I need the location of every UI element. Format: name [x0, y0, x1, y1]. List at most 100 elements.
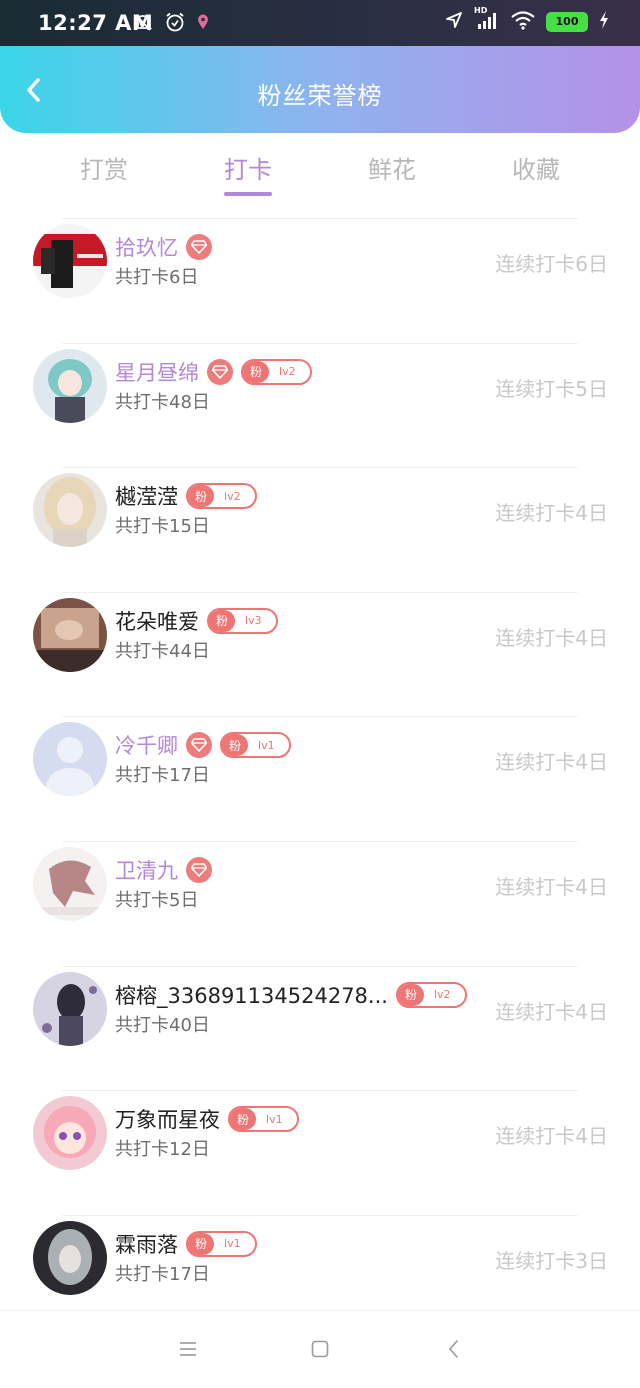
- name-line: 樾滢滢粉 lv2: [115, 481, 257, 511]
- tab-checkin[interactable]: 打卡: [188, 150, 308, 185]
- diamond-icon: [207, 358, 233, 385]
- row-divider: [62, 467, 578, 469]
- fan-badge-level: lv2: [224, 489, 241, 503]
- fan-name[interactable]: 星月昼绵: [115, 357, 199, 387]
- fan-level-badge: 粉 lv2: [186, 483, 257, 510]
- fan-name[interactable]: 卫清九: [115, 855, 178, 885]
- fan-row[interactable]: 万象而星夜粉 lv1 共打卡12日 连续打卡4日: [0, 1090, 640, 1215]
- title-bar: 粉丝荣誉榜: [0, 46, 640, 133]
- total-checkin: 共打卡17日: [115, 1263, 210, 1285]
- page-title: 粉丝荣誉榜: [257, 82, 383, 110]
- fan-badge-level: lv1: [266, 1112, 283, 1126]
- fan-name[interactable]: 冷千卿: [115, 730, 178, 760]
- row-divider: [62, 840, 578, 842]
- streak-checkin: 连续打卡4日: [495, 501, 608, 526]
- fan-row[interactable]: 樾滢滢粉 lv2 共打卡15日 连续打卡4日: [0, 467, 640, 592]
- home-button[interactable]: [308, 1337, 332, 1361]
- name-line: 星月昼绵 粉 lv2: [115, 357, 312, 387]
- name-line: 花朵唯爱粉 lv3: [115, 606, 278, 636]
- fan-level-badge: 粉 lv1: [220, 732, 291, 759]
- fan-badge-label: 粉: [188, 485, 215, 508]
- battery-icon: 100: [546, 12, 588, 32]
- tab-favorites[interactable]: 收藏: [476, 150, 596, 185]
- name-line: 榕榕_336891134524278... 粉 lv2: [115, 980, 467, 1010]
- tab-flowers[interactable]: 鲜花: [332, 150, 452, 185]
- avatar[interactable]: [33, 1096, 107, 1171]
- name-line: 万象而星夜粉 lv1: [115, 1104, 299, 1134]
- streak-checkin: 连续打卡4日: [495, 999, 608, 1024]
- charging-icon: [598, 10, 610, 34]
- fan-row[interactable]: 星月昼绵 粉 lv2 共打卡48日 连续打卡5日: [0, 342, 640, 468]
- system-back-button[interactable]: [442, 1337, 466, 1361]
- fan-badge-level: lv2: [433, 988, 451, 1002]
- fan-level-badge: 粉 lv3: [207, 607, 278, 634]
- total-checkin: 共打卡48日: [115, 391, 210, 413]
- fan-badge-label: 粉: [397, 983, 424, 1006]
- fan-row[interactable]: 榕榕_336891134524278... 粉 lv2 共打卡40日 连续打卡4日: [0, 965, 640, 1091]
- fan-badge-label: 粉: [243, 360, 270, 383]
- fan-row[interactable]: 花朵唯爱粉 lv3 共打卡44日 连续打卡4日: [0, 591, 640, 717]
- tab-reward[interactable]: 打赏: [44, 150, 164, 185]
- fan-badge-level: lv1: [258, 738, 275, 752]
- streak-checkin: 连续打卡4日: [495, 750, 608, 775]
- name-line: 卫清九: [115, 855, 212, 885]
- row-divider: [62, 965, 578, 967]
- fan-badge-level: lv1: [224, 1237, 241, 1251]
- row-divider: [62, 342, 578, 344]
- home-square-icon: [311, 1340, 329, 1358]
- streak-checkin: 连续打卡4日: [495, 874, 608, 899]
- fan-row[interactable]: 拾玖忆共打卡6日 连续打卡6日: [0, 218, 640, 343]
- fan-name[interactable]: 霖雨落: [115, 1229, 178, 1259]
- row-divider: [62, 591, 578, 593]
- alarm-icon: [164, 11, 186, 37]
- row-divider: [62, 218, 578, 219]
- fan-row[interactable]: 冷千卿 粉 lv1 共打卡17日 连续打卡4日: [0, 716, 640, 841]
- avatar[interactable]: [33, 348, 107, 423]
- status-bar: 12:27 AM HD 100: [0, 0, 640, 46]
- fan-name[interactable]: 万象而星夜: [115, 1104, 220, 1134]
- diamond-icon: [186, 732, 212, 759]
- name-line: 霖雨落粉 lv1: [115, 1229, 257, 1259]
- total-checkin: 共打卡44日: [115, 640, 210, 662]
- active-tab-indicator: [224, 192, 272, 196]
- fan-badge-level: lv2: [279, 365, 296, 379]
- navigation-icon: [444, 10, 464, 34]
- signal-icon: HD: [474, 6, 500, 34]
- fan-name[interactable]: 拾玖忆: [115, 232, 178, 262]
- wifi-icon: [510, 10, 536, 34]
- row-divider: [62, 1214, 578, 1216]
- total-checkin: 共打卡12日: [115, 1139, 210, 1161]
- avatar[interactable]: [33, 846, 107, 921]
- name-line: 拾玖忆: [115, 232, 212, 262]
- avatar[interactable]: [33, 722, 107, 797]
- fan-level-badge: 粉 lv2: [241, 358, 312, 385]
- avatar[interactable]: [33, 971, 107, 1046]
- streak-checkin: 连续打卡6日: [495, 252, 608, 276]
- fan-level-badge: 粉 lv1: [186, 1230, 257, 1257]
- row-divider: [62, 716, 578, 718]
- avatar[interactable]: [33, 473, 107, 548]
- row-divider: [62, 1090, 578, 1092]
- streak-checkin: 连续打卡4日: [495, 1124, 608, 1149]
- diamond-icon: [186, 856, 212, 883]
- mute-bell-icon: [132, 11, 154, 37]
- diamond-icon: [186, 234, 212, 260]
- avatar[interactable]: [33, 597, 107, 672]
- fan-name[interactable]: 樾滢滢: [115, 481, 178, 511]
- location-pin-icon: [196, 13, 210, 35]
- total-checkin: 共打卡17日: [115, 765, 210, 787]
- fan-name[interactable]: 花朵唯爱: [115, 606, 199, 636]
- fan-badge-level: lv3: [245, 614, 262, 628]
- menu-icon: [180, 1342, 196, 1356]
- total-checkin: 共打卡15日: [115, 516, 210, 538]
- total-checkin: 共打卡5日: [115, 889, 199, 911]
- fan-row[interactable]: 卫清九共打卡5日 连续打卡4日: [0, 840, 640, 966]
- avatar[interactable]: [33, 1220, 107, 1295]
- total-checkin: 共打卡40日: [115, 1014, 210, 1036]
- fan-badge-label: 粉: [209, 609, 236, 632]
- total-checkin: 共打卡6日: [115, 267, 199, 288]
- avatar[interactable]: [33, 224, 107, 298]
- fan-name[interactable]: 榕榕_336891134524278...: [115, 980, 388, 1010]
- menu-button[interactable]: [176, 1337, 200, 1361]
- name-line: 冷千卿 粉 lv1: [115, 730, 291, 760]
